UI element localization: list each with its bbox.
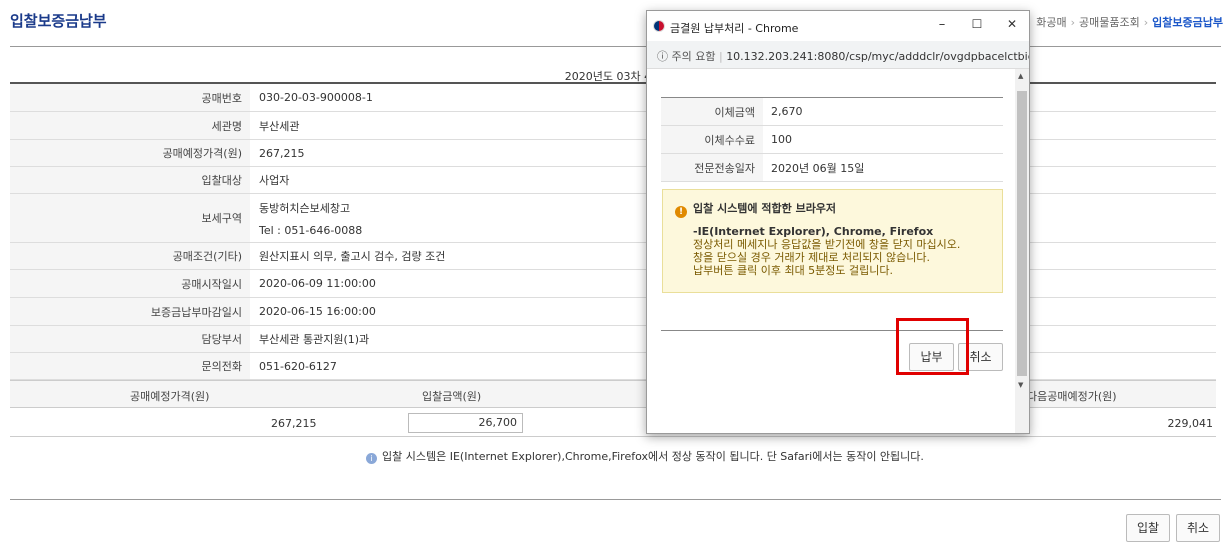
info-value: 동방허치슨보세창고 Tel : 051-646-0088: [250, 200, 362, 237]
breadcrumb-item[interactable]: 공매물품조회: [1079, 16, 1140, 29]
warning-icon: !: [675, 206, 687, 218]
info-value: 051-620-6127: [259, 359, 337, 373]
next-price-value: 229,041: [1167, 417, 1214, 430]
info-row: 세관명 부산세관: [10, 112, 1216, 140]
url-text: 10.132.203.241:8080/csp/myc/adddclr/ovgd…: [726, 50, 1030, 63]
chevron-right-icon: ›: [1143, 16, 1149, 29]
cancel-button[interactable]: 취소: [1176, 514, 1220, 542]
column-header-planned-price: 공매예정가격(원): [130, 390, 210, 403]
popup-scrollbar[interactable]: ▲ ▼: [1015, 69, 1029, 433]
transfer-row: 이체수수료 100: [661, 126, 1003, 154]
breadcrumb-item[interactable]: 화공매: [1036, 16, 1066, 29]
transfer-label: 이체수수료: [661, 126, 763, 153]
scroll-up-icon[interactable]: ▲: [1018, 72, 1023, 80]
info-label: 보세구역: [10, 194, 250, 242]
browser-warning-box: ! 입찰 시스템에 적합한 브라우저 -IE(Internet Explorer)…: [662, 189, 1003, 293]
info-row: 공매예정가격(원) 267,215: [10, 140, 1216, 167]
bonded-area-name: 동방허치슨보세창고: [259, 201, 351, 215]
column-header-next-price: 다음공매예정가(원): [1027, 390, 1117, 403]
chevron-right-icon: ›: [1070, 16, 1076, 29]
info-value: 2020-06-15 16:00:00: [259, 305, 376, 318]
bid-table-row: 267,215 26,700 229,041: [10, 409, 1216, 437]
transfer-value: 100: [771, 133, 792, 146]
breadcrumb: 화공매 › 공매물품조회 › 입찰보증금납부: [1036, 14, 1223, 30]
transfer-label: 전문전송일자: [661, 154, 763, 181]
address-bar[interactable]: ⓘ 주의 요함 | 10.132.203.241:8080/csp/myc/ad…: [647, 41, 1029, 69]
info-row: 공매조건(기타) 원산지표시 의무, 출고시 검수, 검량 조건: [10, 243, 1216, 270]
bid-table-header: 공매예정가격(원) 입찰금액(원) 다음공매예정가(원): [10, 380, 1216, 408]
info-value: 사업자: [259, 174, 290, 187]
info-row: 담당부서 부산세관 통관지원(1)과: [10, 326, 1216, 353]
site-logo-icon: [653, 20, 665, 32]
breadcrumb-current: 입찰보증금납부: [1152, 16, 1223, 29]
warning-line: 정상처리 메세지나 응답값을 받기전에 창을 닫지 마십시오.: [693, 238, 961, 251]
scroll-down-icon[interactable]: ▼: [1018, 381, 1023, 389]
warning-line: 납부버튼 클릭 이후 최대 5분정도 걸립니다.: [693, 264, 894, 277]
transfer-info-table: 이체금액 2,670 이체수수료 100 전문전송일자 2020년 06월 15…: [661, 97, 1003, 182]
popup-body: 이체금액 2,670 이체수수료 100 전문전송일자 2020년 06월 15…: [647, 69, 1017, 433]
info-row: 보증금납부마감일시 2020-06-15 16:00:00: [10, 298, 1216, 326]
transfer-value: 2,670: [771, 105, 803, 118]
info-row: 공매번호 030-20-03-900008-1: [10, 84, 1216, 112]
info-row: 보세구역 동방허치슨보세창고 Tel : 051-646-0088: [10, 194, 1216, 243]
info-icon: i: [366, 453, 377, 464]
transfer-row: 이체금액 2,670: [661, 98, 1003, 126]
warning-line: -IE(Internet Explorer), Chrome, Firefox: [693, 225, 934, 238]
info-label: 공매시작일시: [10, 270, 250, 297]
bottom-divider: [10, 499, 1221, 500]
info-label: 공매번호: [10, 84, 250, 111]
info-row: 문의전화 051-620-6127: [10, 353, 1216, 380]
info-value: 030-20-03-900008-1: [259, 91, 373, 104]
transfer-row: 전문전송일자 2020년 06월 15일: [661, 154, 1003, 182]
info-label: 세관명: [10, 112, 250, 139]
info-value: 부산세관 통관지원(1)과: [259, 333, 370, 346]
popup-titlebar[interactable]: 금결원 납부처리 - Chrome – ☐ ✕: [647, 11, 1029, 41]
payment-popup-window: 금결원 납부처리 - Chrome – ☐ ✕ ⓘ 주의 요함 | 10.132…: [646, 10, 1030, 434]
bid-amount-input[interactable]: 26,700: [408, 413, 523, 433]
info-label: 문의전화: [10, 353, 250, 379]
warning-info-icon[interactable]: ⓘ: [657, 50, 668, 63]
info-value: 2020-06-09 11:00:00: [259, 277, 376, 290]
notice-text: 입찰 시스템은 IE(Internet Explorer),Chrome,Fir…: [382, 450, 924, 463]
info-label: 보증금납부마감일시: [10, 298, 250, 325]
column-header-bid-amount: 입찰금액(원): [422, 390, 482, 403]
close-icon[interactable]: ✕: [1002, 17, 1022, 31]
bonded-area-phone: Tel : 051-646-0088: [259, 223, 363, 237]
warning-line: 창을 닫으실 경우 거래가 제대로 처리되지 않습니다.: [693, 251, 930, 264]
auction-info-table: 공매번호 030-20-03-900008-1 세관명 부산세관 공매예정가격(…: [10, 82, 1216, 380]
minimize-icon[interactable]: –: [932, 17, 952, 32]
info-row: 입찰대상 사업자: [10, 167, 1216, 194]
info-value: 부산세관: [259, 119, 300, 133]
planned-price-value: 267,215: [271, 417, 317, 430]
info-label: 공매조건(기타): [10, 243, 250, 269]
scroll-thumb[interactable]: [1017, 91, 1027, 376]
info-value: 267,215: [259, 146, 305, 160]
info-value: 원산지표시 의무, 출고시 검수, 검량 조건: [259, 250, 446, 263]
info-row: 공매시작일시 2020-06-09 11:00:00: [10, 270, 1216, 298]
title-divider: [10, 46, 1221, 47]
warning-title: 입찰 시스템에 적합한 브라우저: [693, 202, 837, 215]
transfer-label: 이체금액: [661, 98, 763, 125]
pay-button-highlight: [896, 318, 969, 375]
info-label: 입찰대상: [10, 167, 250, 193]
maximize-icon[interactable]: ☐: [967, 17, 987, 31]
popup-title: 금결원 납부처리 - Chrome: [670, 22, 799, 35]
browser-notice: i 입찰 시스템은 IE(Internet Explorer),Chrome,Fi…: [366, 448, 924, 464]
info-label: 공매예정가격(원): [10, 140, 250, 166]
transfer-value: 2020년 06월 15일: [771, 161, 865, 175]
bid-button[interactable]: 입찰: [1126, 514, 1170, 542]
security-status: 주의 요함: [671, 50, 716, 63]
page-title: 입찰보증금납부: [10, 12, 107, 30]
info-label: 담당부서: [10, 326, 250, 352]
